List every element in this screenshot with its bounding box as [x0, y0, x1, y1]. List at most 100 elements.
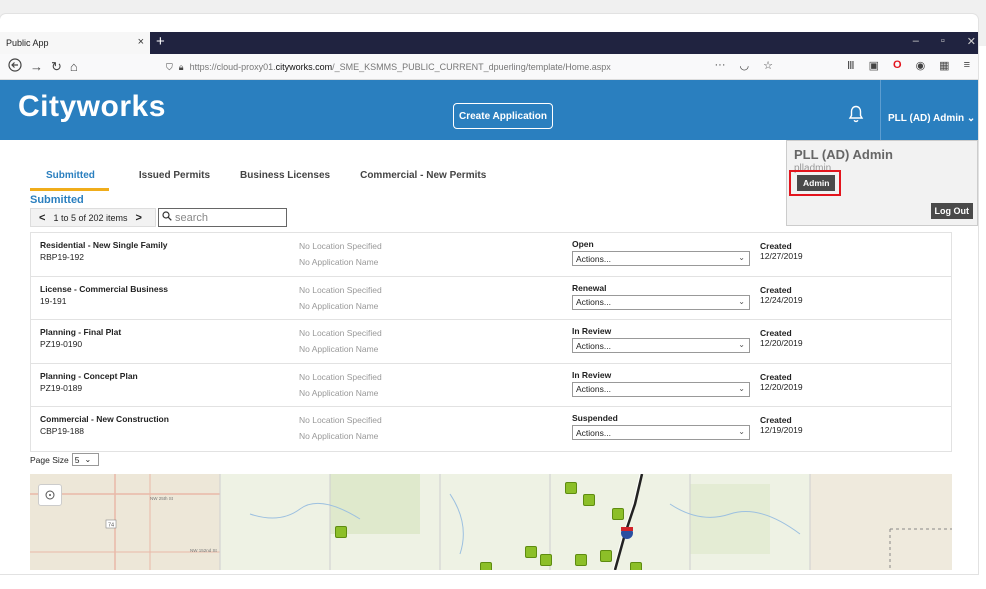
item-location: No Location Specified — [299, 328, 382, 339]
notification-bell-icon[interactable] — [848, 105, 864, 126]
app-header: Cityworks Create Application PLL (AD) Ad… — [0, 80, 978, 140]
map-marker-icon[interactable] — [480, 562, 492, 570]
item-title[interactable]: Planning - Concept Plan — [40, 371, 138, 381]
tab-business-licenses[interactable]: Business Licenses — [240, 170, 330, 191]
toolbar-icons: ··· ◡ ☆ Ⅲ ▣ O ◉ ▦ ≡ — [715, 59, 970, 72]
page-size-control: Page Size 5 ⌄ — [30, 453, 99, 466]
list-item[interactable]: Residential - New Single Family RBP19-19… — [31, 233, 951, 277]
url-host: cityworks.com — [275, 62, 333, 72]
item-app-name: No Application Name — [299, 344, 379, 355]
map-marker-icon[interactable] — [565, 482, 577, 494]
prev-page-button[interactable]: < — [39, 212, 45, 224]
new-tab-button[interactable]: + — [156, 33, 165, 50]
map-view[interactable]: 74 NW 25th St NW 152nd St — [30, 474, 952, 570]
item-created-date: 12/27/2019 — [760, 251, 803, 261]
minimize-icon[interactable]: – — [913, 35, 919, 48]
results-list: Residential - New Single Family RBP19-19… — [30, 232, 952, 452]
item-created-label: Created — [760, 241, 792, 251]
list-item[interactable]: License - Commercial Business 19-191 No … — [31, 277, 951, 321]
header-divider — [880, 80, 881, 140]
actions-select[interactable]: Actions... ⌄ — [572, 251, 750, 266]
map-marker-icon[interactable] — [630, 562, 642, 570]
list-item[interactable]: Commercial - New Construction CBP19-188 … — [31, 407, 951, 451]
close-icon[interactable]: ✕ — [967, 35, 976, 48]
address-bar[interactable]: ⛉ 🔒︎ https://cloud-proxy01. cityworks.co… — [166, 57, 782, 77]
item-app-name: No Application Name — [299, 300, 379, 311]
map-marker-icon[interactable] — [525, 546, 537, 558]
account-icon[interactable]: ◉ — [916, 59, 926, 72]
restore-icon[interactable]: ▫ — [941, 35, 945, 48]
back-icon[interactable] — [8, 58, 22, 75]
create-application-button[interactable]: Create Application — [453, 103, 553, 129]
item-title[interactable]: Planning - Final Plat — [40, 327, 121, 337]
actions-select-value: Actions... — [576, 384, 611, 395]
map-marker-icon[interactable] — [612, 508, 624, 520]
logout-button[interactable]: Log Out — [930, 203, 973, 219]
tab-commercial-new-permits[interactable]: Commercial - New Permits — [360, 170, 486, 191]
actions-select[interactable]: Actions... ⌄ — [572, 294, 750, 310]
reload-icon[interactable]: ↻ — [51, 59, 62, 75]
shield-icon: ⛉ — [166, 61, 173, 72]
user-menu-toggle[interactable]: PLL (AD) Admin ⌄ — [888, 113, 975, 124]
actions-select-value: Actions... — [576, 253, 611, 264]
chevron-down-icon: ⌄ — [738, 383, 745, 393]
actions-select[interactable]: Actions... ⌄ — [572, 425, 750, 441]
forward-icon[interactable]: → — [30, 59, 43, 74]
menu-icon[interactable]: ≡ — [964, 59, 970, 72]
close-tab-icon[interactable]: × — [138, 36, 144, 48]
item-created-label: Created — [760, 415, 792, 426]
page-size-select[interactable]: 5 ⌄ — [71, 453, 99, 466]
admin-role-button[interactable]: Admin — [797, 175, 836, 191]
tab-submitted[interactable]: Submitted — [30, 170, 109, 191]
user-display-name: PLL (AD) Admin — [794, 147, 893, 162]
actions-select-value: Actions... — [576, 297, 611, 308]
item-status: Suspended — [572, 413, 618, 424]
browser-window-controls: – ▫ ✕ — [913, 35, 976, 48]
map-marker-icon[interactable] — [335, 526, 347, 538]
browser-tab[interactable]: Public App × — [0, 32, 150, 54]
actions-select[interactable]: Actions... ⌄ — [572, 381, 750, 397]
locate-me-button[interactable] — [38, 484, 62, 506]
map-marker-icon[interactable] — [583, 494, 595, 506]
home-icon[interactable]: ⌂ — [70, 59, 78, 74]
actions-select[interactable]: Actions... ⌄ — [572, 338, 750, 354]
item-title[interactable]: Residential - New Single Family — [40, 240, 168, 250]
item-title[interactable]: License - Commercial Business — [40, 284, 168, 294]
map-marker-icon[interactable] — [540, 554, 552, 566]
extension-icon[interactable]: ▦ — [939, 59, 949, 72]
item-app-name: No Application Name — [299, 387, 379, 398]
sidebar-icon[interactable]: ▣ — [869, 59, 879, 72]
library-icon[interactable]: Ⅲ — [847, 59, 855, 72]
admin-highlight-box: Admin — [789, 170, 841, 196]
item-created-date: 12/20/2019 — [760, 381, 803, 392]
item-app-name: No Application Name — [299, 257, 379, 267]
map-road-label: NW 25th St — [150, 496, 174, 501]
more-actions-icon[interactable]: ··· — [715, 59, 726, 72]
item-app-name: No Application Name — [299, 431, 379, 442]
item-created-label: Created — [760, 284, 792, 295]
bookmark-star-icon[interactable]: ☆ — [763, 59, 773, 72]
item-created-label: Created — [760, 328, 792, 339]
item-id: CBP19-188 — [40, 426, 84, 437]
pocket-icon[interactable]: ◡ — [740, 59, 750, 72]
cityworks-logo[interactable]: Cityworks — [18, 90, 166, 124]
user-dropdown: PLL (AD) Admin plladmin Admin Log Out — [786, 140, 978, 226]
item-status: Renewal — [572, 282, 607, 293]
tab-issued-permits[interactable]: Issued Permits — [139, 170, 210, 191]
actions-select-value: Actions... — [576, 340, 611, 351]
item-title[interactable]: Commercial - New Construction — [40, 414, 169, 424]
map-marker-icon[interactable] — [575, 554, 587, 566]
map-road-label: NW 152nd St — [190, 548, 218, 553]
search-icon — [162, 211, 172, 224]
next-page-button[interactable]: > — [135, 212, 141, 224]
map-marker-icon[interactable] — [600, 550, 612, 562]
list-item[interactable]: Planning - Final Plat PZ19-0190 No Locat… — [31, 320, 951, 364]
actions-select-value: Actions... — [576, 427, 611, 438]
item-created-date: 12/24/2019 — [760, 294, 803, 305]
item-location: No Location Specified — [299, 371, 382, 382]
item-id: RBP19-192 — [40, 252, 84, 262]
opera-icon[interactable]: O — [893, 59, 902, 72]
list-item[interactable]: Planning - Concept Plan PZ19-0189 No Loc… — [31, 364, 951, 408]
search-input[interactable]: search — [158, 208, 287, 227]
map-basemap: 74 NW 25th St NW 152nd St — [30, 474, 952, 570]
